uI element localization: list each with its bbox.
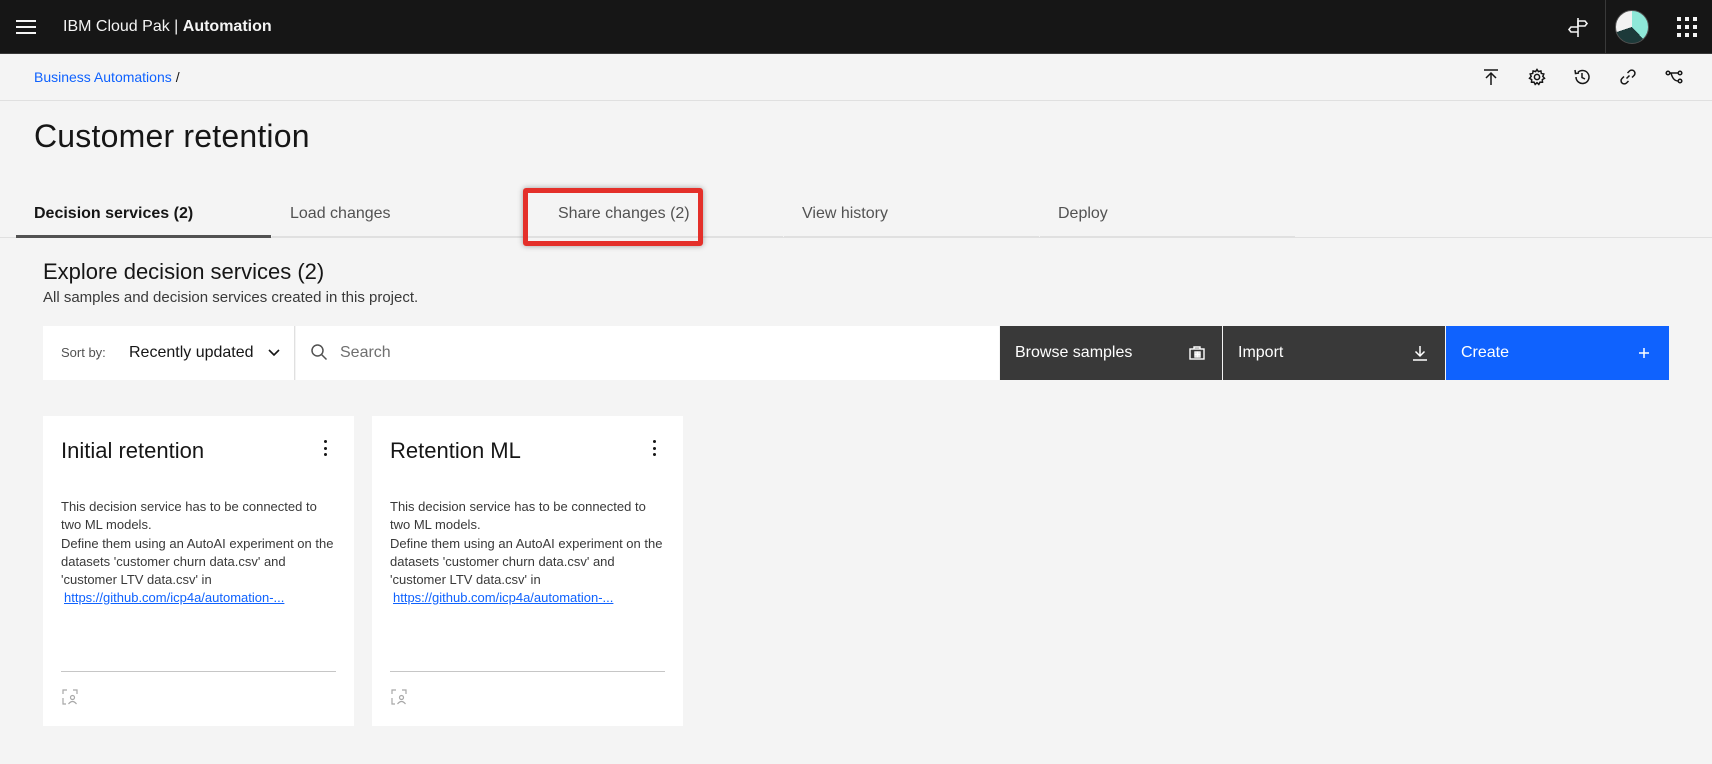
- import-button[interactable]: Import: [1223, 326, 1445, 380]
- decision-service-card[interactable]: Initial retention This decision service …: [43, 416, 354, 726]
- search-box: [296, 326, 999, 380]
- decision-service-icon: [62, 689, 78, 705]
- app-title[interactable]: IBM Cloud Pak | Automation: [63, 0, 272, 54]
- menu-button[interactable]: [0, 0, 52, 54]
- create-button[interactable]: Create: [1446, 326, 1669, 380]
- highlight-box: [523, 188, 703, 246]
- brand-product: Automation: [182, 18, 272, 35]
- card-divider: [61, 671, 336, 672]
- top-header: IBM Cloud Pak | Automation: [0, 0, 1712, 54]
- branch-button[interactable]: [1662, 65, 1686, 89]
- avatar: [1615, 10, 1649, 44]
- create-label: Create: [1461, 344, 1510, 361]
- sort-dropdown[interactable]: Sort by: Recently updated: [43, 326, 295, 380]
- signpost-icon: [1567, 18, 1589, 37]
- card-title: Retention ML: [390, 438, 521, 463]
- app-switcher-icon: [1677, 17, 1697, 37]
- menu-icon: [16, 20, 36, 34]
- sort-value: Recently updated: [129, 344, 254, 361]
- card-title: Initial retention: [61, 438, 205, 463]
- publish-icon: [1484, 69, 1498, 85]
- samples-icon: [1189, 346, 1205, 360]
- brand-prefix: IBM Cloud Pak |: [63, 18, 183, 35]
- app-switcher-button[interactable]: [1660, 0, 1712, 54]
- settings-button[interactable]: [1525, 65, 1549, 89]
- card-description: This decision service has to be connecte…: [61, 499, 334, 588]
- link-icon: [1620, 69, 1636, 85]
- chevron-down-icon: [268, 349, 280, 357]
- import-label: Import: [1238, 344, 1284, 361]
- add-icon: [1639, 348, 1649, 358]
- toolbar: Sort by: Recently updated Browse samples…: [43, 326, 1669, 380]
- card-link[interactable]: https://github.com/icp4a/automation-...: [393, 590, 657, 605]
- section-title: Explore decision services (2): [43, 259, 325, 284]
- breadcrumb: Business Automations /: [34, 54, 180, 101]
- history-icon: [1574, 69, 1590, 85]
- browse-samples-label: Browse samples: [1015, 344, 1133, 361]
- publish-button[interactable]: [1479, 65, 1503, 89]
- link-button[interactable]: [1616, 65, 1640, 89]
- tab-load-changes[interactable]: Load changes: [272, 196, 527, 238]
- tab-decision-services[interactable]: Decision services (2): [16, 196, 271, 238]
- section-subtitle: All samples and decision services create…: [43, 289, 419, 306]
- overflow-menu-icon[interactable]: [651, 440, 657, 456]
- page-title: Customer retention: [34, 118, 310, 154]
- decision-service-icon: [391, 689, 407, 705]
- settings-icon: [1528, 68, 1546, 86]
- card-divider: [390, 671, 665, 672]
- signpost-button[interactable]: [1551, 0, 1605, 54]
- overflow-menu-icon[interactable]: [322, 440, 328, 456]
- tab-view-history[interactable]: View history: [784, 196, 1039, 238]
- card-link[interactable]: https://github.com/icp4a/automation-...: [64, 590, 328, 605]
- branch-icon: [1665, 70, 1683, 84]
- browse-samples-button[interactable]: Browse samples: [1000, 326, 1222, 380]
- history-button[interactable]: [1570, 65, 1594, 89]
- user-avatar-button[interactable]: [1605, 0, 1659, 54]
- decision-service-card[interactable]: Retention ML This decision service has t…: [372, 416, 683, 726]
- breadcrumb-link-business-automations[interactable]: Business Automations: [34, 69, 172, 85]
- card-description: This decision service has to be connecte…: [390, 499, 663, 588]
- download-icon: [1413, 346, 1427, 361]
- breadcrumb-bar: Business Automations /: [0, 54, 1712, 101]
- tab-deploy[interactable]: Deploy: [1040, 196, 1295, 238]
- search-icon: [311, 344, 328, 361]
- breadcrumb-separator: /: [175, 69, 180, 85]
- search-input[interactable]: [340, 326, 980, 380]
- sort-label: Sort by:: [61, 345, 106, 360]
